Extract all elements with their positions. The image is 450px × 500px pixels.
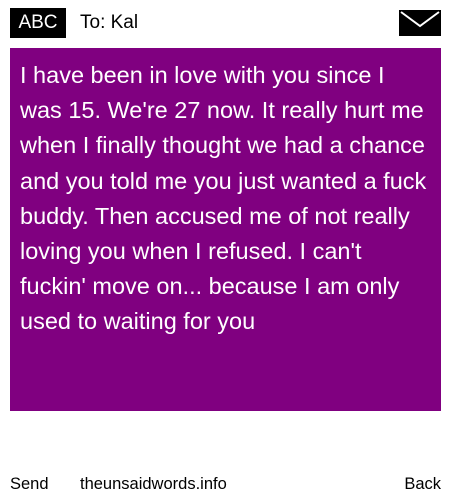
- envelope-icon[interactable]: [399, 10, 441, 36]
- footer-bar: Send theunsaidwords.info Back: [0, 470, 450, 498]
- send-button[interactable]: Send: [10, 470, 49, 498]
- site-link[interactable]: theunsaidwords.info: [80, 470, 227, 498]
- message-text: I have been in love with you since I was…: [20, 62, 427, 335]
- message-box: I have been in love with you since I was…: [10, 48, 441, 411]
- abc-badge: ABC: [10, 8, 66, 38]
- back-button[interactable]: Back: [404, 470, 441, 498]
- message-header: ABC To: Kal: [0, 0, 450, 48]
- recipient-label: To: Kal: [80, 12, 139, 33]
